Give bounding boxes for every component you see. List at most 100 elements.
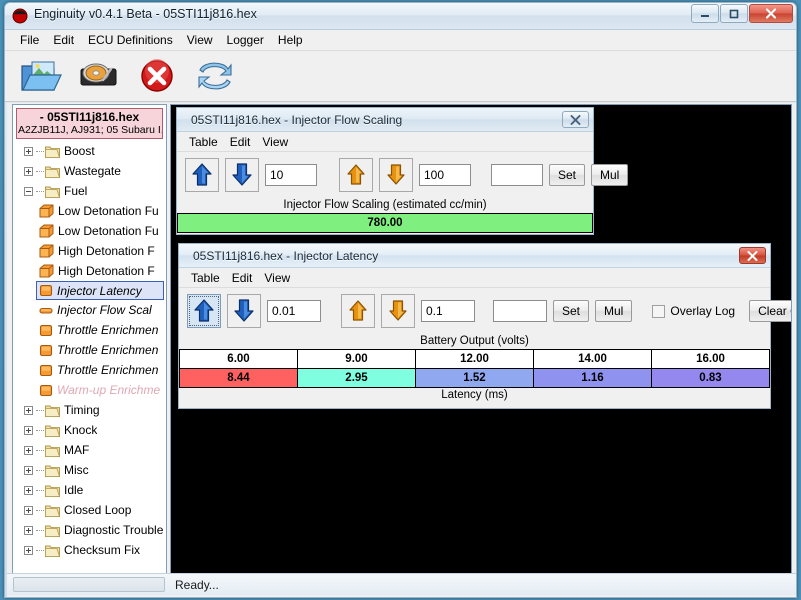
close-button[interactable]	[749, 4, 793, 23]
tree-node-idle[interactable]: Idle	[13, 480, 166, 500]
tree-node-throttle-enrichmen[interactable]: Throttle Enrichmen	[13, 340, 166, 360]
tree-node-throttle-enrichmen[interactable]: Throttle Enrichmen	[13, 360, 166, 380]
close-image-icon[interactable]	[135, 54, 179, 98]
save-image-icon[interactable]	[77, 54, 121, 98]
tree-node-high-detonation-f[interactable]: High Detonation F	[13, 261, 166, 281]
latency-y-axis-label: Latency (ms)	[179, 388, 770, 403]
latency-value-cell[interactable]: 1.16	[533, 368, 652, 388]
tree-node-low-detonation-fu[interactable]: Low Detonation Fu	[13, 221, 166, 241]
flow-increment-coarse-up-button[interactable]	[185, 158, 219, 192]
latency-set-button[interactable]: Set	[553, 300, 590, 322]
expand-node-icon[interactable]	[24, 425, 33, 435]
expand-node-icon[interactable]	[24, 445, 33, 455]
latency-header-cell[interactable]: 14.00	[533, 349, 652, 369]
latency-table[interactable]: 6.00 9.00 12.00 14.00 16.00 8.44 2.95 1.52 1.16…	[179, 349, 770, 388]
flow-menu-view[interactable]: View	[256, 133, 294, 151]
latency-mul-button[interactable]: Mul	[595, 300, 633, 322]
flow-decrement-fine-down-button[interactable]	[379, 158, 413, 192]
expand-node-icon[interactable]	[24, 146, 33, 156]
folder-icon	[45, 444, 60, 457]
table-row[interactable]: 6.00 9.00 12.00 14.00 16.00	[179, 349, 770, 369]
table-row[interactable]: 8.44 2.95 1.52 1.16 0.83	[179, 368, 770, 388]
expand-node-icon[interactable]	[24, 485, 33, 495]
flow-coarse-value-input[interactable]: 10	[265, 164, 317, 186]
tree-node-closed-loop[interactable]: Closed Loop	[13, 500, 166, 520]
tree-node-knock[interactable]: Knock	[13, 420, 166, 440]
latency-set-value-input[interactable]	[493, 300, 547, 322]
expand-node-icon[interactable]	[24, 166, 33, 176]
latency-header-cell[interactable]: 12.00	[415, 349, 534, 369]
tree-node-warm-up-enrichme[interactable]: Warm-up Enrichme	[13, 380, 166, 400]
latency-decrement-fine-down-button[interactable]	[381, 294, 415, 328]
flow-fine-value-input[interactable]: 100	[419, 164, 471, 186]
latency-increment-coarse-up-button[interactable]	[187, 294, 221, 328]
latency-value-cell[interactable]: 1.52	[415, 368, 534, 388]
latency-window-close-button[interactable]	[739, 247, 766, 264]
tree-connector	[36, 489, 44, 491]
flow-decrement-coarse-down-button[interactable]	[225, 158, 259, 192]
latency-value-cell[interactable]: 2.95	[297, 368, 416, 388]
flow-set-value-input[interactable]	[491, 164, 543, 186]
open-image-icon[interactable]	[19, 54, 63, 98]
tree-node-injector-flow-scal[interactable]: Injector Flow Scal	[13, 300, 166, 320]
latency-fine-value-input[interactable]: 0.1	[421, 300, 475, 322]
latency-decrement-coarse-down-button[interactable]	[227, 294, 261, 328]
latency-header-cell[interactable]: 6.00	[179, 349, 298, 369]
flow-window-close-button[interactable]	[562, 111, 589, 128]
flow-menu-table[interactable]: Table	[183, 133, 224, 151]
tree-node-injector-latency[interactable]: Injector Latency	[36, 281, 164, 300]
menu-view[interactable]: View	[180, 31, 220, 49]
file-description: A2ZJB11J, AJ931; 05 Subaru I...	[18, 124, 162, 136]
expand-node-icon[interactable]	[24, 525, 33, 535]
latency-value-cell[interactable]: 0.83	[651, 368, 770, 388]
tree-node-boost[interactable]: Boost	[13, 141, 166, 161]
flow-mul-button[interactable]: Mul	[591, 164, 629, 186]
menu-ecu-definitions[interactable]: ECU Definitions	[81, 31, 180, 49]
table-icon	[39, 244, 54, 258]
tree-node-checksum-fix[interactable]: Checksum Fix	[13, 540, 166, 560]
minimize-button[interactable]	[691, 4, 719, 23]
tree-node-diagnostic-trouble-coc[interactable]: Diagnostic Trouble Coc	[13, 520, 166, 540]
tree-view[interactable]: Boost Wastegate Fuel Low Detonation Fu Low D…	[13, 141, 166, 560]
latency-coarse-value-input[interactable]: 0.01	[267, 300, 321, 322]
tree-node-high-detonation-f[interactable]: High Detonation F	[13, 241, 166, 261]
flow-table[interactable]: 780.00	[177, 213, 593, 233]
ecu-tree-panel[interactable]: - 05STI11j816.hex A2ZJB11J, AJ931; 05 Su…	[12, 104, 167, 574]
expand-node-icon[interactable]	[24, 505, 33, 515]
table-row[interactable]: 780.00	[177, 213, 593, 233]
flow-menu-edit[interactable]: Edit	[224, 133, 257, 151]
tree-node-throttle-enrichmen[interactable]: Throttle Enrichmen	[13, 320, 166, 340]
tree-node-maf[interactable]: MAF	[13, 440, 166, 460]
maximize-button[interactable]	[720, 4, 748, 23]
flow-set-button[interactable]: Set	[549, 164, 586, 186]
tree-node-wastegate[interactable]: Wastegate	[13, 161, 166, 181]
expand-node-icon[interactable]	[24, 465, 33, 475]
latency-menu-table[interactable]: Table	[185, 269, 226, 287]
latency-menu-view[interactable]: View	[258, 269, 296, 287]
latency-value-cell[interactable]: 8.44	[179, 368, 298, 388]
menu-help[interactable]: Help	[271, 31, 310, 49]
tree-node-label: Diagnostic Trouble Coc	[64, 523, 166, 537]
tree-connector	[36, 549, 44, 551]
tree-node-fuel[interactable]: Fuel	[13, 181, 166, 201]
latency-increment-fine-up-button[interactable]	[341, 294, 375, 328]
latency-menu-edit[interactable]: Edit	[226, 269, 259, 287]
tree-node-timing[interactable]: Timing	[13, 400, 166, 420]
collapse-node-icon[interactable]	[24, 186, 33, 196]
overlay-log-checkbox[interactable]	[652, 304, 666, 318]
expand-node-icon[interactable]	[24, 545, 33, 555]
latency-header-cell[interactable]: 16.00	[651, 349, 770, 369]
flow-value-cell[interactable]: 780.00	[177, 213, 593, 233]
clear-overlay-button[interactable]: Clear Overlay	[749, 300, 791, 322]
tree-node-low-detonation-fu[interactable]: Low Detonation Fu	[13, 201, 166, 221]
tree-node-misc[interactable]: Misc	[13, 460, 166, 480]
overlay-log-checkbox-wrapper[interactable]: Overlay Log	[652, 304, 735, 318]
latency-header-cell[interactable]: 9.00	[297, 349, 416, 369]
menu-edit[interactable]: Edit	[46, 31, 81, 49]
menu-file[interactable]: File	[13, 31, 46, 49]
refresh-icon[interactable]	[193, 54, 237, 98]
menu-logger[interactable]: Logger	[220, 31, 271, 49]
flow-increment-fine-up-button[interactable]	[339, 158, 373, 192]
file-header[interactable]: - 05STI11j816.hex A2ZJB11J, AJ931; 05 Su…	[16, 108, 163, 139]
expand-node-icon[interactable]	[24, 405, 33, 415]
